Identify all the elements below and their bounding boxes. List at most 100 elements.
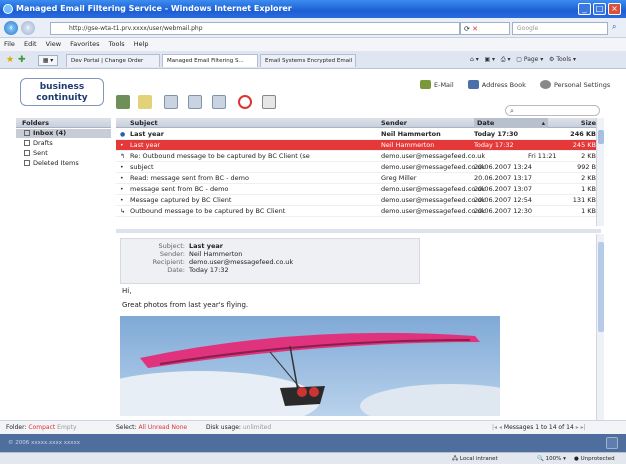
page-menu[interactable]: ▢ Page ▾ — [516, 56, 543, 63]
attached-photo — [120, 316, 500, 416]
protected-mode-indicator: ● Unprotected — [574, 456, 615, 462]
search-input[interactable]: Google — [512, 22, 608, 35]
select-actions: Select: All Unread None — [116, 424, 188, 431]
compact-link[interactable]: Compact — [28, 424, 55, 431]
print-message-icon[interactable] — [262, 95, 276, 109]
scrollbar-thumb[interactable] — [598, 130, 604, 144]
folder-actions: Folder: Compact Empty — [6, 424, 77, 431]
menu-tools[interactable]: Tools — [109, 40, 125, 48]
first-page-icon[interactable]: |◂ — [492, 424, 497, 431]
message-row[interactable]: • Message captured by BC Client demo.use… — [116, 195, 601, 206]
drafts-icon — [24, 140, 30, 146]
message-row[interactable]: • message sent from BC - demo demo.user@… — [116, 184, 601, 195]
maximize-button[interactable]: □ — [593, 3, 606, 15]
forwarded-icon: ↳ — [120, 208, 126, 215]
column-size[interactable]: Size — [556, 118, 596, 128]
zoom-indicator[interactable]: 🔍 100% ▾ — [537, 453, 566, 464]
disk-usage: Disk usage: unlimited — [206, 424, 272, 431]
message-row-selected[interactable]: • Last year Neil Hammerton Today 17:32 2… — [116, 140, 601, 151]
close-window-button[interactable]: × — [608, 3, 621, 15]
prev-page-icon[interactable]: ◂ — [499, 424, 502, 431]
select-all-link[interactable]: All — [138, 424, 145, 431]
message-list-scrollbar[interactable] — [596, 118, 604, 226]
favorites-star-icon[interactable]: ★ — [6, 55, 14, 65]
folder-sent[interactable]: Sent — [16, 149, 111, 158]
column-subject[interactable]: Subject — [130, 118, 158, 128]
compose-icon[interactable] — [138, 95, 152, 109]
message-row[interactable]: ● Last year Neil Hammerton Today 17:30 2… — [116, 129, 601, 140]
folders-header: Folders — [16, 118, 111, 128]
app-status-bar: © 2006 xxxxx.xxxx xxxxx — [0, 434, 626, 452]
message-search-input[interactable]: ⌕ — [505, 105, 600, 116]
menu-edit[interactable]: Edit — [24, 40, 37, 48]
refresh-icon[interactable]: ⟳ — [464, 25, 470, 33]
email-icon — [420, 80, 431, 89]
message-body-greeting: Hi, — [122, 287, 132, 295]
column-date[interactable]: Date ▴ — [474, 118, 548, 128]
address-input[interactable]: http://gse-wta-t1.prv.xxxx/user/webmail.… — [50, 22, 460, 35]
message-row[interactable]: • subject demo.user@messagefeed.co.uk 20… — [116, 162, 601, 173]
inbox-icon — [24, 130, 30, 136]
ie-logo-icon — [3, 4, 13, 14]
tools-menu[interactable]: ⚙ Tools ▾ — [549, 56, 576, 63]
home-icon[interactable]: ⌂ ▾ — [470, 56, 479, 63]
select-none-link[interactable]: None — [171, 424, 187, 431]
column-sender[interactable]: Sender — [381, 118, 407, 128]
forward-button[interactable]: › — [21, 21, 35, 35]
address-book-link[interactable]: Address Book — [467, 80, 526, 89]
message-list-header: Subject Sender Date ▴ Size — [116, 118, 601, 128]
menu-view[interactable]: View — [46, 40, 61, 48]
preview-sender[interactable]: Neil Hammerton — [189, 250, 242, 258]
address-actions[interactable]: ⟳ ✕ — [460, 22, 510, 35]
window-title: Managed Email Filtering Service - Window… — [16, 4, 292, 13]
menu-file[interactable]: File — [4, 40, 15, 48]
personal-settings-link[interactable]: Personal Settings — [539, 80, 610, 89]
preview-subject: Last year — [189, 242, 224, 250]
search-go-icon[interactable]: ⌕ — [612, 22, 616, 32]
tab-dev-portal[interactable]: Dev Portal | Change Order — [66, 54, 160, 67]
tab-managed-email[interactable]: Managed Email Filtering S... — [162, 54, 258, 67]
unread-icon: ● — [120, 131, 126, 138]
preview-recipient[interactable]: demo.user@messagefeed.co.uk — [189, 258, 293, 266]
message-row[interactable]: • Read: message sent from BC - demo Greg… — [116, 173, 601, 184]
last-page-icon[interactable]: ▸| — [581, 424, 586, 431]
add-favorite-icon[interactable]: ✚ — [18, 55, 26, 65]
menu-bar: File Edit View Favorites Tools Help — [0, 38, 626, 51]
empty-link[interactable]: Empty — [57, 424, 76, 431]
minimize-button[interactable]: _ — [578, 3, 591, 15]
forward-icon[interactable] — [212, 95, 226, 109]
message-row[interactable]: ↳ Outbound message to be captured by BC … — [116, 206, 601, 217]
feeds-icon[interactable]: ▣ ▾ — [484, 56, 495, 63]
back-button[interactable]: ‹ — [4, 21, 18, 35]
trash-icon — [24, 160, 30, 166]
ie-command-bar: ⌂ ▾ ▣ ▾ ⎙ ▾ ▢ Page ▾ ⚙ Tools ▾ — [470, 54, 576, 66]
folder-inbox[interactable]: Inbox (4) — [16, 129, 111, 138]
menu-favorites[interactable]: Favorites — [70, 40, 99, 48]
print-icon[interactable]: ⎙ ▾ — [501, 56, 511, 63]
zone-indicator: 🖧 Local intranet — [452, 456, 498, 462]
pane-splitter[interactable] — [116, 229, 601, 233]
folder-deleted[interactable]: Deleted Items — [16, 159, 111, 168]
read-icon: • — [120, 175, 124, 182]
quick-tabs-button[interactable]: ▦ ▾ — [38, 55, 58, 66]
reply-all-icon[interactable] — [188, 95, 202, 109]
email-link[interactable]: E-Mail — [420, 80, 454, 89]
next-page-icon[interactable]: ▸ — [576, 424, 579, 431]
window-titlebar: Managed Email Filtering Service - Window… — [0, 0, 626, 18]
message-row[interactable]: ↰ Re: Outbound message to be captured by… — [116, 151, 601, 162]
get-mail-icon[interactable] — [116, 95, 130, 109]
mail-footer: Folder: Compact Empty Select: All Unread… — [0, 420, 626, 434]
top-navigation: E-Mail Address Book Personal Settings — [420, 80, 622, 89]
tab-encrypted-email[interactable]: Email Systems Encrypted Email — [260, 54, 356, 67]
read-icon: • — [120, 142, 124, 149]
scrollbar-thumb[interactable] — [598, 242, 604, 332]
stop-icon[interactable]: ✕ — [472, 25, 478, 33]
reply-icon[interactable] — [164, 95, 178, 109]
preview-scrollbar[interactable] — [596, 234, 604, 420]
select-unread-link[interactable]: Unread — [148, 424, 170, 431]
folder-drafts[interactable]: Drafts — [16, 139, 111, 148]
pagination: |◂ ◂ Messages 1 to 14 of 14 ▸ ▸| — [492, 424, 586, 431]
sent-icon — [24, 150, 30, 156]
menu-help[interactable]: Help — [134, 40, 149, 48]
delete-icon[interactable] — [238, 95, 252, 109]
